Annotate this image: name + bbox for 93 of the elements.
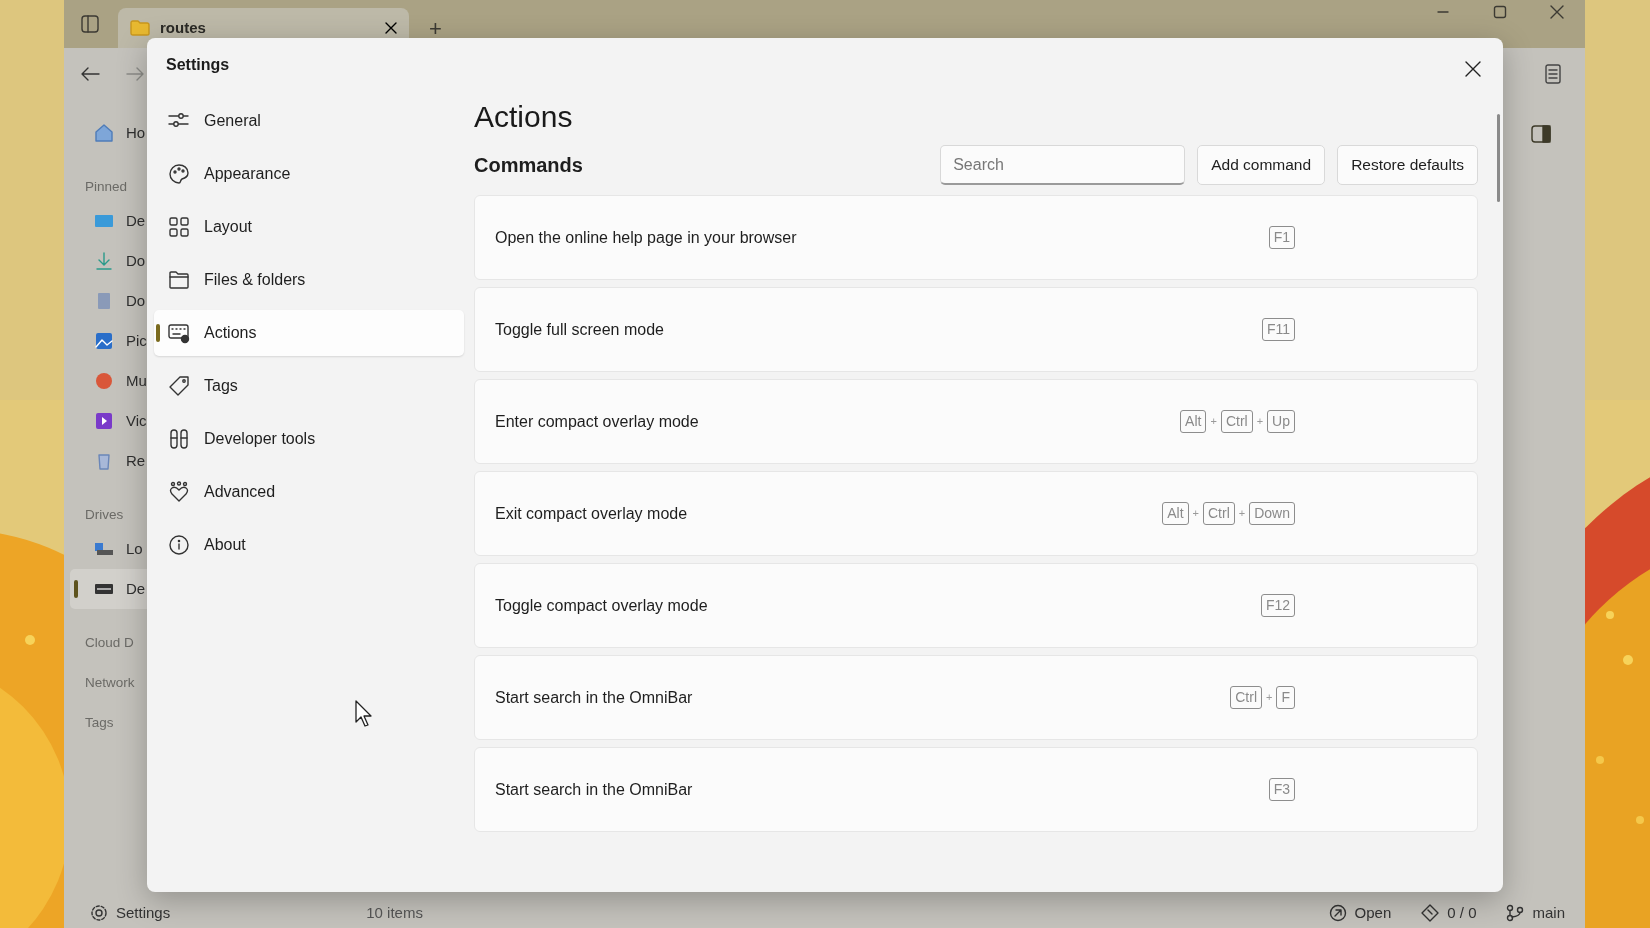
status-settings-link[interactable]: Settings xyxy=(116,901,171,925)
section-heading: Tags xyxy=(84,713,115,732)
download-icon xyxy=(94,251,114,271)
nav-item[interactable]: Appearance xyxy=(154,151,464,197)
command-row[interactable]: Start search in the OmniBar Ctrl + F xyxy=(474,655,1478,740)
key-cap: F xyxy=(1276,686,1295,709)
plus-sign: + xyxy=(1256,414,1264,430)
command-row[interactable]: Start search in the OmniBar F3 xyxy=(474,747,1478,832)
command-label: Exit compact overlay mode xyxy=(495,503,689,524)
folder-icon xyxy=(130,20,150,36)
key-cap: Down xyxy=(1249,502,1295,525)
video-icon xyxy=(94,411,114,431)
sidebar-item[interactable]: De xyxy=(70,201,147,241)
sidebar-item[interactable]: Do xyxy=(70,281,147,321)
sidebar-item[interactable]: Pic xyxy=(70,321,147,361)
sidebar-item[interactable]: Mu xyxy=(70,361,147,401)
list-icon[interactable] xyxy=(1545,64,1561,84)
key-cap: Alt xyxy=(1162,502,1189,525)
command-label: Toggle compact overlay mode xyxy=(495,595,709,616)
restore-defaults-button[interactable]: Restore defaults xyxy=(1337,145,1478,185)
image-icon xyxy=(94,331,114,351)
nav-item[interactable]: Advanced xyxy=(154,469,464,515)
key-cap: Alt xyxy=(1180,410,1207,433)
plus-sign: + xyxy=(1210,414,1217,430)
sidebar-item[interactable]: Ho xyxy=(70,113,147,153)
key-cap: F12 xyxy=(1260,594,1295,617)
command-row[interactable]: Toggle full screen mode F11 xyxy=(474,287,1478,372)
grid-icon xyxy=(168,216,190,238)
close-icon[interactable] xyxy=(385,22,397,34)
add-command-button[interactable]: Add command xyxy=(1197,145,1326,185)
command-row[interactable]: Toggle compact overlay mode F12 xyxy=(474,563,1478,648)
nav-item[interactable]: General xyxy=(154,98,464,144)
plus-sign: + xyxy=(1238,506,1246,522)
command-row[interactable]: Exit compact overlay mode Alt + Ctrl + Down xyxy=(474,471,1478,556)
sidebar-item[interactable]: Vic xyxy=(70,401,147,441)
tools-icon xyxy=(168,428,190,450)
section-heading: Cloud D xyxy=(84,633,135,652)
item-count: 10 items xyxy=(366,902,423,923)
close-icon[interactable] xyxy=(1549,5,1564,19)
info-icon xyxy=(168,534,190,556)
status-item[interactable]: main xyxy=(1532,901,1565,925)
key-cap: F3 xyxy=(1268,778,1295,801)
section-heading: Drives xyxy=(84,505,125,524)
sidebar-item[interactable]: Lo xyxy=(70,529,147,569)
plus-sign: + xyxy=(1266,690,1273,706)
nav-item[interactable]: Files & folders xyxy=(154,257,464,303)
key-cap: Up xyxy=(1267,410,1295,433)
sidebar-toggle-icon[interactable] xyxy=(80,14,100,34)
nav-item[interactable]: Layout xyxy=(154,204,464,250)
key-cap: Ctrl xyxy=(1220,410,1253,433)
new-tab-button[interactable]: + xyxy=(423,16,448,42)
keyboard-gear-icon xyxy=(168,322,190,344)
status-item[interactable]: Open xyxy=(1354,901,1392,925)
page-title: Actions xyxy=(474,99,574,135)
folder-icon xyxy=(168,269,190,291)
nav-item[interactable]: Developer tools xyxy=(154,416,464,462)
command-label: Toggle full screen mode xyxy=(495,319,665,340)
section-heading: Network xyxy=(84,673,136,692)
dialog-title: Settings xyxy=(166,55,230,75)
search-field[interactable]: Search xyxy=(940,145,1186,185)
nav-item[interactable]: Actions xyxy=(154,310,464,356)
status-item[interactable]: 0 / 0 xyxy=(1447,901,1477,925)
command-label: Open the online help page in your browser xyxy=(495,227,798,248)
key-cap: F1 xyxy=(1268,226,1295,249)
settings-icon[interactable] xyxy=(90,904,108,922)
command-label: Enter compact overlay mode xyxy=(495,411,700,432)
tag-icon xyxy=(168,375,190,397)
music-icon xyxy=(94,371,114,391)
sidebar-item[interactable]: Do xyxy=(70,241,147,281)
branch-icon[interactable] xyxy=(1506,904,1525,922)
sidebar-item[interactable]: Re xyxy=(70,441,147,481)
command-label: Start search in the OmniBar xyxy=(495,687,694,708)
close-icon xyxy=(1465,60,1481,77)
plus-sign: + xyxy=(1192,506,1199,522)
nav-item[interactable]: Tags xyxy=(154,363,464,409)
command-row[interactable]: Open the online help page in your browser F1 xyxy=(474,195,1478,280)
command-label: Start search in the OmniBar xyxy=(495,779,694,800)
home-icon xyxy=(94,123,114,143)
hearts-icon xyxy=(168,481,190,503)
diamond-icon[interactable] xyxy=(1421,904,1440,922)
key-cap: F11 xyxy=(1261,318,1295,341)
key-cap: Ctrl xyxy=(1230,686,1262,709)
section-heading: Pinned xyxy=(84,177,129,196)
section-title: Commands xyxy=(474,153,584,178)
palette-icon xyxy=(168,163,190,185)
back-arrow-icon[interactable] xyxy=(80,66,100,82)
key-cap: Ctrl xyxy=(1203,502,1235,525)
arrow-circle-icon[interactable] xyxy=(1328,904,1347,922)
maximize-icon[interactable] xyxy=(1492,5,1507,19)
panel-icon[interactable] xyxy=(1531,125,1551,143)
command-row[interactable]: Enter compact overlay mode Alt + Ctrl + Up xyxy=(474,379,1478,464)
sidebar-item[interactable]: De xyxy=(70,569,147,609)
nav-item[interactable]: About xyxy=(154,522,464,568)
